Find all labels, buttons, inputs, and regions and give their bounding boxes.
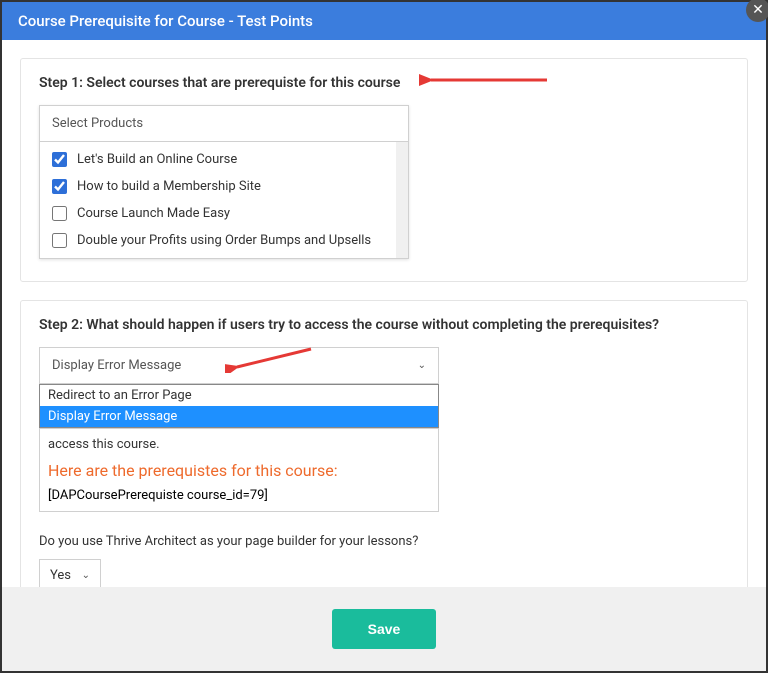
product-checkbox[interactable]: [52, 179, 67, 194]
product-row[interactable]: Let's Build an Online Course: [40, 146, 396, 173]
arrow-annotation-icon: [225, 345, 315, 373]
action-dropdown: Redirect to an Error Page Display Error …: [39, 384, 439, 428]
action-select-value: Display Error Message: [52, 358, 181, 373]
save-button[interactable]: Save: [332, 609, 437, 649]
product-label: Let's Build an Online Course: [77, 152, 237, 167]
dropdown-option[interactable]: Display Error Message: [40, 406, 438, 427]
dropdown-option[interactable]: Redirect to an Error Page: [40, 385, 438, 406]
step1-box: Step 1: Select courses that are prerequi…: [20, 58, 748, 282]
modal-title: Course Prerequisite for Course - Test Po…: [18, 12, 313, 30]
product-checkbox[interactable]: [52, 152, 67, 167]
scrollbar[interactable]: [396, 142, 408, 258]
product-checkbox[interactable]: [52, 233, 67, 248]
error-message-partial: access this course.: [48, 435, 430, 455]
step2-box: Step 2: What should happen if users try …: [20, 300, 748, 615]
product-checkbox[interactable]: [52, 206, 67, 221]
arrow-annotation-icon: [419, 69, 549, 89]
chevron-down-icon: ⌄: [82, 570, 90, 581]
close-icon: ✕: [752, 2, 764, 18]
chevron-down-icon: ⌄: [418, 360, 426, 371]
product-row[interactable]: Course Launch Made Easy: [40, 200, 396, 227]
thrive-select-value: Yes: [50, 568, 71, 583]
step2-title: Step 2: What should happen if users try …: [39, 317, 729, 333]
product-row[interactable]: How to build a Membership Site: [40, 173, 396, 200]
modal-footer: Save: [2, 587, 766, 671]
step1-title: Step 1: Select courses that are prerequi…: [39, 75, 729, 91]
thrive-question: Do you use Thrive Architect as your page…: [39, 534, 729, 549]
error-message-box: access this course. Here are the prerequ…: [39, 428, 439, 512]
modal-header: Course Prerequisite for Course - Test Po…: [2, 2, 766, 40]
close-button[interactable]: ✕: [746, 0, 768, 22]
shortcode-text: [DAPCoursePrerequiste course_id=79]: [48, 488, 430, 503]
modal-body: Step 1: Select courses that are prerequi…: [2, 40, 766, 651]
product-label: Course Launch Made Easy: [77, 206, 230, 221]
products-list[interactable]: Let's Build an Online Course How to buil…: [40, 142, 396, 258]
product-label: Double your Profits using Order Bumps an…: [77, 233, 371, 248]
product-label: How to build a Membership Site: [77, 179, 261, 194]
products-header: Select Products: [40, 106, 408, 142]
action-select-wrapper: Display Error Message ⌄ Redirect to an E…: [39, 347, 439, 384]
prereq-heading: Here are the prerequistes for this cours…: [48, 461, 430, 480]
product-row[interactable]: Double your Profits using Order Bumps an…: [40, 227, 396, 254]
products-selector: Select Products Let's Build an Online Co…: [39, 105, 409, 259]
